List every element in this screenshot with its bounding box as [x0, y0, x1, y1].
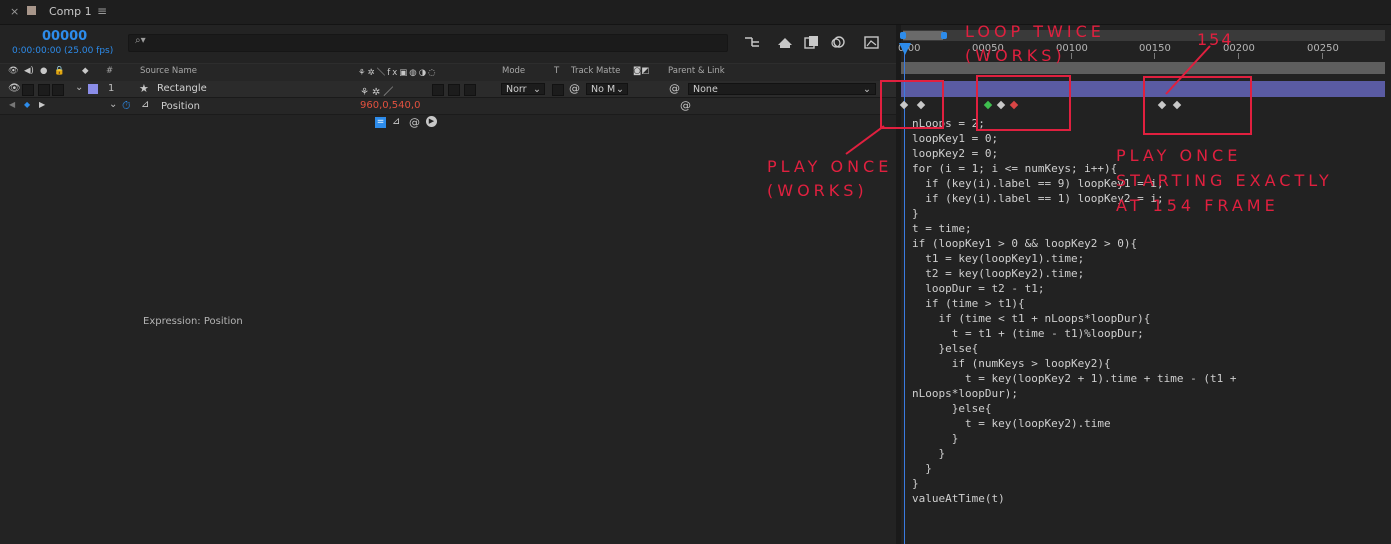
- frame-blending-icon[interactable]: [804, 35, 820, 49]
- column-header-row: [0, 63, 896, 82]
- property-name: Position: [161, 101, 200, 112]
- chevron-down-icon[interactable]: ⌄: [75, 82, 83, 93]
- chevron-down-icon[interactable]: ⌄: [109, 99, 117, 110]
- annotation-box-loop-twice: [976, 75, 1071, 131]
- mode-header: Mode: [502, 66, 526, 76]
- motion-blur-icon[interactable]: [830, 35, 846, 49]
- switches-header-icons: ⚘✲＼fx▣◍◑◌: [358, 68, 438, 78]
- switch-box[interactable]: [432, 84, 444, 96]
- layer-name[interactable]: Rectangle: [157, 83, 207, 94]
- next-keyframe-icon[interactable]: ▶: [39, 100, 45, 109]
- expression-pick-whip-icon[interactable]: @: [409, 116, 420, 129]
- blend-mode-value: Norr: [506, 84, 527, 95]
- tab-bar: [0, 0, 1391, 25]
- lock-toggle[interactable]: [52, 84, 64, 96]
- expression-language-menu-icon[interactable]: ▶: [426, 116, 437, 127]
- annotation-frame-154: 154: [1197, 30, 1234, 49]
- close-tab-icon[interactable]: ×: [10, 5, 19, 18]
- switch-box[interactable]: [448, 84, 460, 96]
- layer-number-header: #: [106, 66, 114, 76]
- chevron-down-icon: ⌄: [533, 84, 541, 95]
- panel-menu-icon[interactable]: ≡: [97, 4, 107, 18]
- property-value[interactable]: 960,0,540,0: [360, 100, 420, 111]
- composition-mini-flowchart-icon[interactable]: [743, 35, 761, 49]
- audio-toggle[interactable]: [22, 84, 34, 96]
- draft-3d-icon[interactable]: [776, 35, 794, 49]
- navigator-start-handle[interactable]: [900, 32, 906, 39]
- ruler-tick: [1322, 53, 1323, 59]
- playhead-handle[interactable]: [899, 43, 911, 55]
- ruler-tick: [1154, 53, 1155, 59]
- solo-column-icon[interactable]: ●: [40, 66, 47, 76]
- annotation-play-once-works: PLAY ONCE (WORKS): [767, 157, 893, 200]
- stopwatch-icon[interactable]: ⏱: [122, 99, 131, 113]
- time-navigator-range[interactable]: [903, 31, 943, 40]
- layer-visibility-icon[interactable]: 👁: [8, 83, 21, 94]
- blend-mode-dropdown[interactable]: Norr ⌄: [501, 83, 545, 95]
- layer-switch-icons[interactable]: ⚘✲／: [360, 83, 396, 98]
- solo-toggle[interactable]: [38, 84, 50, 96]
- tab-comp-1[interactable]: Comp 1: [49, 5, 92, 18]
- track-matte-value: No M: [591, 84, 616, 95]
- position-property-row[interactable]: [0, 98, 896, 115]
- current-time-display[interactable]: 00000: [42, 29, 87, 44]
- annotation-arrow: [845, 125, 885, 155]
- preserve-transparency-toggle[interactable]: [552, 84, 564, 96]
- navigator-end-handle[interactable]: [941, 32, 947, 39]
- fps-readout: 0:00:00:00 (25.00 fps): [12, 46, 114, 56]
- expression-graph-icon[interactable]: ⊿: [392, 116, 400, 127]
- graph-editor-icon[interactable]: [864, 35, 880, 49]
- chevron-down-icon: ⌄: [616, 84, 624, 95]
- prev-keyframe-icon[interactable]: ◀: [9, 100, 15, 109]
- source-name-header[interactable]: Source Name: [140, 66, 197, 76]
- label-column-icon[interactable]: ◆: [82, 66, 89, 76]
- ruler-tick: [1238, 53, 1239, 59]
- composition-icon: [27, 6, 36, 15]
- parent-link-header: Parent & Link: [668, 66, 725, 76]
- track-matte-header: Track Matte: [571, 66, 621, 76]
- pick-whip-icon[interactable]: @: [569, 82, 580, 95]
- annotation-loop-twice: LOOP TWICE (WORKS): [965, 22, 1105, 65]
- add-keyframe-icon[interactable]: ◆: [24, 100, 30, 109]
- track-matte-dropdown[interactable]: No M ⌄: [586, 83, 628, 95]
- switch-box[interactable]: [464, 84, 476, 96]
- parent-pick-whip-icon[interactable]: @: [669, 82, 680, 95]
- expression-pick-whip-icon[interactable]: @: [680, 99, 691, 112]
- layer-label-color[interactable]: [88, 84, 98, 94]
- annotation-play-once-154: PLAY ONCE STARTING EXACTLY AT 154 FRAME: [1116, 146, 1333, 215]
- search-input[interactable]: [128, 34, 728, 52]
- preserve-transparency-header: T: [554, 66, 560, 76]
- lock-column-icon[interactable]: 🔒: [54, 66, 65, 76]
- visibility-column-icon[interactable]: 👁: [8, 66, 19, 76]
- matte-icons: ◙◩: [633, 66, 650, 76]
- graph-icon: ⊿: [141, 99, 150, 110]
- search-icon[interactable]: ⌕▾: [135, 35, 146, 46]
- shape-layer-star-icon: ★: [139, 82, 149, 95]
- enable-expression-icon[interactable]: =: [375, 117, 386, 128]
- parent-dropdown[interactable]: None ⌄: [688, 83, 876, 95]
- audio-column-icon[interactable]: ◀): [24, 66, 34, 76]
- parent-value: None: [693, 84, 718, 95]
- layer-number: 1: [108, 83, 115, 94]
- chevron-down-icon: ⌄: [863, 84, 871, 95]
- expression-label: Expression: Position: [143, 316, 243, 327]
